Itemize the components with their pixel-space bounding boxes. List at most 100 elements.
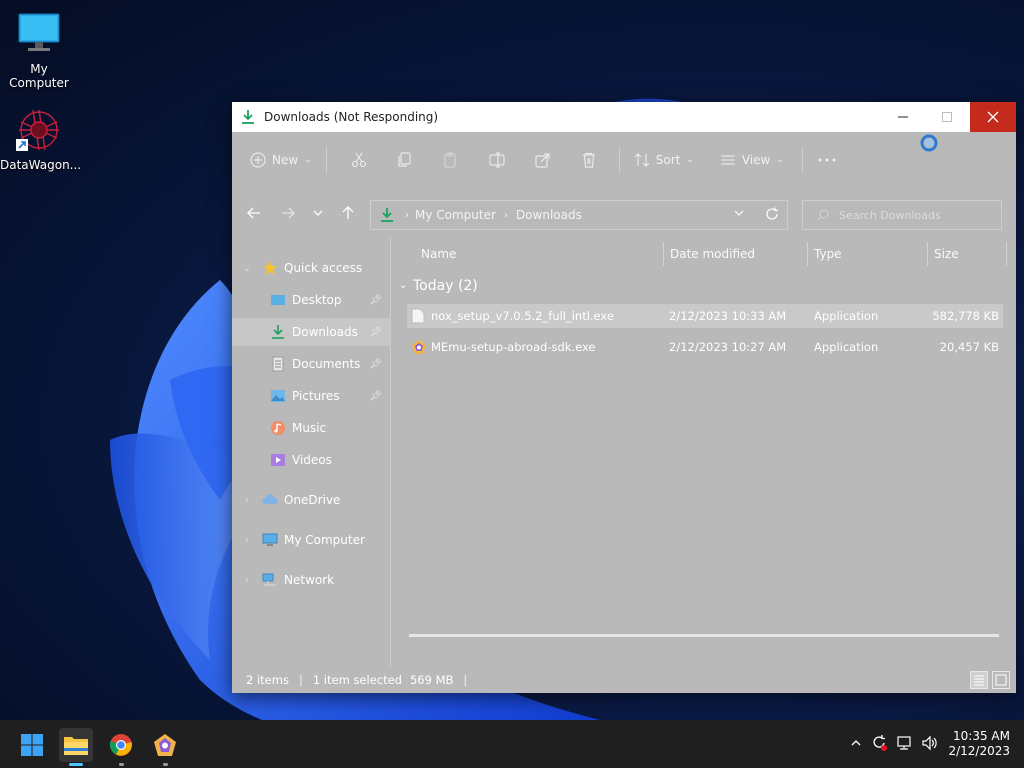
- file-type: Application: [814, 309, 879, 323]
- search-box[interactable]: Search Downloads: [802, 200, 1002, 230]
- new-button[interactable]: New ⌄: [250, 144, 312, 176]
- pin-icon: 📌︎: [369, 294, 382, 306]
- cut-button[interactable]: [351, 144, 367, 176]
- plus-circle-icon: [250, 152, 266, 168]
- network-status-button[interactable]: [892, 735, 918, 754]
- file-name: nox_setup_v7.0.5.2_full_intl.exe: [431, 309, 614, 323]
- navigation-pane[interactable]: ⌄ Quick access Desktop 📌︎ Downloads 📌︎ D…: [232, 238, 391, 667]
- maximize-icon: [942, 112, 952, 122]
- sync-status-button[interactable]: [866, 734, 892, 755]
- taskbar-memu[interactable]: [148, 728, 182, 766]
- view-label: View: [741, 153, 771, 167]
- title-bar[interactable]: Downloads (Not Responding): [232, 102, 1016, 132]
- recent-locations-button[interactable]: [304, 188, 332, 238]
- pin-icon: 📌︎: [369, 390, 382, 402]
- memu-app-icon: [154, 734, 176, 756]
- running-indicator: [119, 763, 124, 766]
- breadcrumb-my-computer[interactable]: My Computer: [415, 208, 496, 222]
- desktop-icon-label: DataWagon...: [0, 158, 82, 172]
- taskbar-chrome[interactable]: [104, 728, 138, 766]
- start-button[interactable]: [15, 728, 49, 762]
- toolbar-divider: [801, 147, 803, 173]
- pin-icon: 📌︎: [369, 326, 382, 338]
- download-icon: [240, 109, 256, 125]
- wired-network-icon: [897, 735, 911, 750]
- file-list-pane[interactable]: Name Date modified Type Size ⌄ Today (2)…: [391, 238, 1016, 667]
- maximize-button[interactable]: [924, 102, 970, 132]
- more-options-button[interactable]: [817, 144, 837, 176]
- chrome-icon: [109, 734, 132, 756]
- back-button[interactable]: [240, 188, 268, 238]
- up-button[interactable]: [334, 188, 362, 238]
- chevron-down-icon: ⌄: [399, 280, 408, 291]
- nav-label: Network: [284, 573, 335, 587]
- desktop-icon-datawagon[interactable]: DataWagon...: [0, 106, 82, 172]
- share-button[interactable]: [535, 144, 551, 176]
- chevron-right-icon: ›: [245, 494, 249, 506]
- column-header-type[interactable]: Type: [814, 238, 842, 270]
- explorer-body: ⌄ Quick access Desktop 📌︎ Downloads 📌︎ D…: [232, 238, 1016, 667]
- address-bar[interactable]: › My Computer › Downloads: [370, 200, 788, 230]
- horizontal-scrollbar[interactable]: [409, 634, 999, 637]
- thumbnails-view-button[interactable]: [992, 671, 1010, 689]
- chevron-right-icon: ›: [245, 574, 249, 586]
- nav-item-pictures[interactable]: Pictures 📌︎: [232, 382, 390, 410]
- status-selected: 1 item selected: [312, 673, 402, 687]
- paste-icon: [444, 152, 456, 168]
- sort-label: Sort: [655, 153, 681, 167]
- group-header-today[interactable]: ⌄ Today (2): [399, 278, 478, 294]
- file-row-nox-setup[interactable]: nox_setup_v7.0.5.2_full_intl.exe 2/12/20…: [407, 304, 1003, 328]
- minimize-button[interactable]: [880, 102, 926, 132]
- nav-label: OneDrive: [284, 493, 341, 507]
- status-selected-size: 569 MB: [409, 673, 454, 687]
- nav-label: Desktop: [292, 293, 342, 307]
- column-divider[interactable]: [663, 242, 664, 266]
- file-explorer-window[interactable]: Downloads (Not Responding) New ⌄ Sort ⌄ …: [232, 102, 1016, 693]
- file-row-memu-setup[interactable]: MEmu-setup-abroad-sdk.exe 2/12/2023 10:2…: [407, 335, 1003, 359]
- column-divider[interactable]: [1006, 242, 1007, 266]
- paste-button[interactable]: [443, 144, 459, 176]
- delete-button[interactable]: [581, 144, 597, 176]
- file-type: Application: [814, 340, 879, 354]
- folder-icon: [64, 737, 88, 755]
- volume-button[interactable]: [918, 735, 942, 754]
- pin-icon: 📌︎: [369, 358, 382, 370]
- nav-item-music[interactable]: Music: [232, 414, 390, 442]
- show-hidden-icons-button[interactable]: [846, 737, 866, 752]
- rename-button[interactable]: [489, 144, 505, 176]
- column-header-name[interactable]: Name: [421, 238, 456, 270]
- chevron-up-icon: [851, 739, 861, 745]
- nav-item-desktop[interactable]: Desktop 📌︎: [232, 286, 390, 314]
- details-view-button[interactable]: [970, 671, 988, 689]
- copy-button[interactable]: [397, 144, 413, 176]
- column-header-date[interactable]: Date modified: [670, 238, 755, 270]
- nav-quick-access[interactable]: ⌄ Quick access: [232, 254, 390, 282]
- file-date: 2/12/2023 10:27 AM: [669, 340, 787, 354]
- nav-item-documents[interactable]: Documents 📌︎: [232, 350, 390, 378]
- refresh-button[interactable]: [765, 207, 779, 224]
- forward-button[interactable]: [274, 188, 302, 238]
- command-bar: New ⌄ Sort ⌄ View ⌄: [232, 132, 1016, 188]
- close-button[interactable]: [970, 102, 1016, 132]
- nav-label: Documents: [292, 357, 361, 371]
- status-bar: 2 items | 1 item selected 569 MB |: [232, 667, 1016, 693]
- column-divider[interactable]: [927, 242, 928, 266]
- column-divider[interactable]: [807, 242, 808, 266]
- nav-network[interactable]: › Network: [232, 566, 390, 594]
- address-dropdown-button[interactable]: [733, 207, 745, 222]
- nav-item-downloads[interactable]: Downloads 📌︎: [232, 318, 390, 346]
- taskbar-clock[interactable]: 10:35 AM 2/12/2023: [948, 729, 1010, 759]
- arrow-left-icon: [247, 207, 260, 219]
- details-view-icon: [974, 675, 984, 686]
- view-button[interactable]: View ⌄: [720, 144, 784, 176]
- breadcrumb-downloads[interactable]: Downloads: [516, 208, 582, 222]
- running-indicator: [163, 763, 168, 766]
- nav-onedrive[interactable]: › OneDrive: [232, 486, 390, 514]
- desktop-icon-my-computer[interactable]: My Computer: [0, 10, 78, 90]
- nav-item-videos[interactable]: Videos: [232, 446, 390, 474]
- nav-my-computer[interactable]: › My Computer: [232, 526, 390, 554]
- sort-button[interactable]: Sort ⌄: [634, 144, 694, 176]
- taskbar-file-explorer[interactable]: [59, 728, 93, 766]
- column-header-size[interactable]: Size: [934, 238, 959, 270]
- busy-cursor-icon: [920, 134, 938, 152]
